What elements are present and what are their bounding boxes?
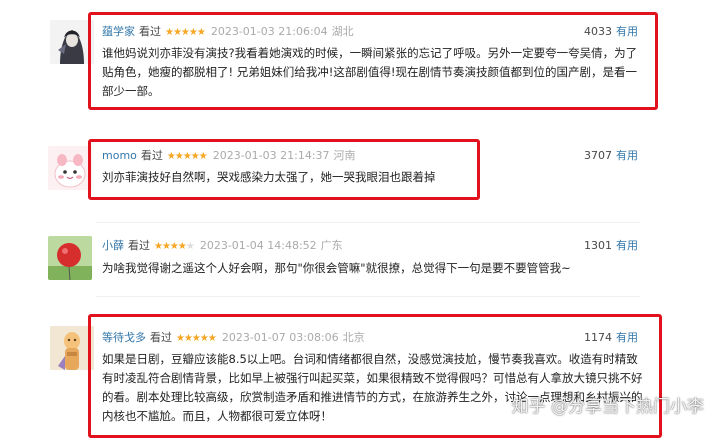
watched-label: 看过 [128,239,150,252]
review-content: 刘亦菲演技好自然啊，哭戏感染力太强了，她一哭我眼泪也跟着掉 [102,168,502,187]
vote-area: 3707 有用 [584,149,638,163]
avatar[interactable] [50,326,94,370]
review-meta: 小薛 看过 ★★★★★ 2023-01-04 14:48:52 广东 [102,239,343,254]
review-time: 2023-01-07 03:08:06 [221,331,339,344]
username-link[interactable]: 小薛 [102,239,124,252]
rating-stars: ★★★★★ [166,151,208,162]
vote-area: 1174 有用 [584,331,638,345]
review-line: 有时凌乱符合剧情背景，比如早上被强行叫起买菜，如果很精致不觉得假吗？可惜总有人拿… [102,371,643,385]
vote-area: 1301 有用 [584,239,638,253]
review-location: 广东 [320,239,343,252]
review-meta: 等待戈多 看过 ★★★★★ 2023-01-07 03:08:06 北京 [102,331,365,346]
review-location: 北京 [342,331,365,344]
vote-count: 3707 [584,149,612,162]
vote-count: 4033 [584,25,612,38]
review-line: 部少一部。 [102,84,160,98]
vote-area: 4033 有用 [584,25,638,39]
vote-count: 1301 [584,239,612,252]
review-content: 为啥我觉得谢之遥这个人好会啊，那句"你很会管嘛"就很撩，总觉得下一句是要不要管管… [102,259,642,278]
useful-button[interactable]: 有用 [616,239,638,252]
username-link[interactable]: momo [102,149,137,162]
useful-button[interactable]: 有用 [616,149,638,162]
avatar[interactable] [50,20,94,64]
vote-count: 1174 [584,331,612,344]
rating-stars: ★★★★★ [176,333,217,344]
review-time: 2023-01-03 21:06:04 [210,25,328,38]
username-link[interactable]: 等待戈多 [102,331,146,344]
avatar[interactable] [48,236,92,280]
useful-button[interactable]: 有用 [616,25,638,38]
review-time: 2023-01-03 21:14:37 [212,149,330,162]
watched-label: 看过 [140,149,163,162]
review-meta: momo 看过 ★★★★★ 2023-01-03 21:14:37 河南 [102,149,356,164]
review-line: 刘亦菲演技好自然啊，哭戏感染力太强了，她一哭我眼泪也跟着掉 [102,170,436,184]
rating-stars: ★★★★★ [165,27,206,38]
review-line: 贴角色，她瘦的都脱相了! 兄弟姐妹们给我冲!这部剧值得!现在剧情节奏演技颜值都到… [102,65,637,79]
useful-button[interactable]: 有用 [616,331,638,344]
review-location: 河南 [333,149,356,162]
review-line: 如果是日剧，豆瓣应该能8.5以上吧。台词和情绪都很自然，没感觉演技尬，慢节奏我喜… [102,352,638,366]
review-line: 谁他妈说刘亦菲没有演技?我看着她演戏的时候，一瞬间紧张的忘记了呼吸。另外一定要夸… [102,46,638,60]
divider [96,296,640,297]
zhihu-watermark: 知乎 @分享当下热门小李 [511,397,704,417]
divider [96,222,640,223]
watched-label: 看过 [150,331,172,344]
username-link[interactable]: 蕴学家 [102,25,135,38]
watched-label: 看过 [139,25,161,38]
review-line: 为啥我觉得谢之遥这个人好会啊，那句"你很会管嘛"就很撩，总觉得下一句是要不要管管… [102,261,571,275]
review-content: 谁他妈说刘亦菲没有演技?我看着她演戏的时候，一瞬间紧张的忘记了呼吸。另外一定要夸… [102,44,642,101]
avatar[interactable] [48,146,92,190]
review-meta: 蕴学家 看过 ★★★★★ 2023-01-03 21:06:04 湖北 [102,25,354,40]
rating-stars: ★★★★★ [154,241,195,252]
review-time: 2023-01-04 14:48:52 [199,239,317,252]
review-location: 湖北 [331,25,354,38]
